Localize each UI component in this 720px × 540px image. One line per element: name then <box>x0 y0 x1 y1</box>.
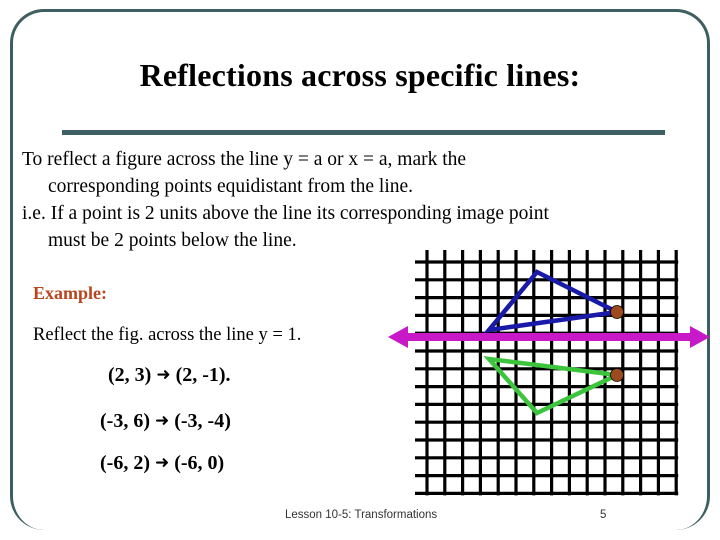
body-paragraph-2-line-1: i.e. If a point is 2 units above the lin… <box>22 203 549 224</box>
slide-canvas: Reflections across specific lines: To re… <box>0 0 720 540</box>
coordinate-image: (2, -1). <box>175 364 231 386</box>
mirror-line <box>388 326 710 348</box>
reflect-instruction: Reflect the fig. across the line y = 1. <box>33 325 302 345</box>
body-paragraph-1-line-2: corresponding points equidistant from th… <box>48 176 414 197</box>
reflection-graph <box>388 248 710 498</box>
graph-svg <box>388 250 710 496</box>
footer-lesson-label: Lesson 10-5: Transformations <box>285 509 438 521</box>
coordinate-source: (-3, 6) <box>100 410 150 432</box>
title-divider <box>62 130 665 135</box>
grid-lines <box>415 250 679 496</box>
coordinate-source: (-6, 2) <box>100 452 150 474</box>
coordinate-mapping-row: (-3, 6) ➜ (-3, -4) <box>100 410 231 433</box>
maps-to-arrow-icon: ➜ <box>154 453 170 473</box>
coordinate-mapping-row: (2, 3) ➜ (2, -1). <box>108 364 231 387</box>
coordinate-image: (-3, -4) <box>174 410 231 432</box>
maps-to-arrow-icon: ➜ <box>156 365 171 385</box>
example-label: Example: <box>33 283 107 303</box>
page-title: Reflections across specific lines: <box>139 57 581 93</box>
body-text-block: To reflect a figure across the line y = … <box>22 146 698 254</box>
coordinate-mapping-row: (-6, 2) ➜ (-6, 0) <box>100 452 224 475</box>
footer-page-number: 5 <box>600 509 607 521</box>
coordinate-source: (2, 3) <box>108 364 152 386</box>
maps-to-arrow-icon: ➜ <box>154 411 170 431</box>
body-paragraph-1-line-1: To reflect a figure across the line y = … <box>22 149 467 170</box>
coordinate-image: (-6, 0) <box>174 452 225 474</box>
